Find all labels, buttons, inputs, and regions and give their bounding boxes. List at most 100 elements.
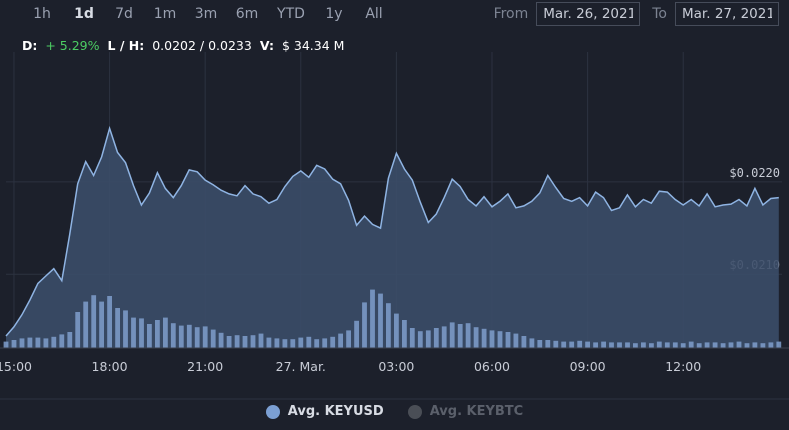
volume-bar xyxy=(728,342,734,348)
volume-bar xyxy=(497,331,503,348)
volume-bar xyxy=(210,329,216,348)
volume-bar xyxy=(704,342,710,348)
volume-bar xyxy=(672,342,678,348)
volume-bar xyxy=(481,328,487,348)
volume-bar xyxy=(760,343,766,348)
volume-bar xyxy=(178,325,184,348)
volume-bar xyxy=(553,340,559,348)
volume-bar xyxy=(768,342,774,348)
x-tick-label: 03:00 xyxy=(378,359,414,374)
volume-bar xyxy=(218,332,224,348)
y-tick-label: $0.0220 xyxy=(729,166,780,180)
volume-bar xyxy=(330,336,336,348)
x-tick-label: 06:00 xyxy=(474,359,510,374)
volume-bar xyxy=(680,343,686,348)
x-tick-label: 09:00 xyxy=(570,359,606,374)
volume-bar xyxy=(258,333,264,348)
volume-bar xyxy=(131,317,136,348)
volume-bar xyxy=(226,336,232,348)
volume-bar xyxy=(649,343,654,348)
price-chart[interactable]: 15:00 18:00 21:00 27. Mar. 03:00 06:00 09:00 12… xyxy=(0,0,789,400)
volume-bar xyxy=(489,330,495,348)
volume-bar xyxy=(306,336,312,348)
volume-bar xyxy=(417,331,423,348)
volume-bar xyxy=(656,341,662,348)
x-tick-label: 21:00 xyxy=(187,359,223,374)
legend-marker-icon xyxy=(265,404,280,419)
volume-bar xyxy=(67,332,73,348)
volume-bar xyxy=(250,335,256,348)
volume-bar xyxy=(736,341,742,348)
volume-bar xyxy=(529,338,535,348)
volume-bar xyxy=(513,333,519,348)
volume-bar xyxy=(83,301,89,348)
volume-bar xyxy=(139,318,144,348)
volume-bar xyxy=(425,330,431,348)
volume-bar xyxy=(394,313,399,348)
volume-bar xyxy=(617,342,622,348)
volume-bar xyxy=(409,328,415,348)
volume-bar xyxy=(585,341,590,348)
volume-bar xyxy=(752,342,758,348)
volume-bar xyxy=(282,339,288,348)
volume-bar xyxy=(202,326,208,348)
volume-bar xyxy=(170,323,176,348)
price-area xyxy=(6,128,779,348)
volume-bar xyxy=(234,335,240,348)
volume-bar xyxy=(314,339,320,348)
volume-bar xyxy=(43,338,49,348)
volume-bar xyxy=(298,337,304,348)
volume-bar xyxy=(107,296,112,348)
volume-bar xyxy=(51,336,57,348)
volume-bar xyxy=(11,340,17,348)
volume-bar xyxy=(712,342,718,348)
volume-bar xyxy=(577,340,583,348)
volume-bar xyxy=(457,324,463,348)
volume-bar xyxy=(99,301,104,348)
legend-marker-icon xyxy=(407,404,422,419)
volume-bar xyxy=(433,328,439,348)
volume-bar xyxy=(569,341,575,348)
volume-bar xyxy=(441,326,447,348)
legend-item-0[interactable]: Avg. KEYUSD xyxy=(265,404,384,419)
volume-bar xyxy=(465,323,471,348)
volume-bar xyxy=(609,342,614,348)
volume-bar xyxy=(633,343,638,348)
volume-bar xyxy=(688,341,694,348)
volume-bar xyxy=(505,332,511,348)
volume-bar xyxy=(123,310,128,348)
volume-bar xyxy=(35,337,41,348)
volume-bar xyxy=(266,337,272,348)
volume-bar xyxy=(601,341,606,348)
x-tick-label: 18:00 xyxy=(92,359,128,374)
volume-bar xyxy=(19,338,25,348)
volume-bar xyxy=(521,336,527,348)
legend-label: Avg. KEYUSD xyxy=(287,404,384,419)
volume-bar xyxy=(593,342,598,348)
volume-bar xyxy=(91,295,97,348)
volume-bar xyxy=(625,342,630,348)
volume-bar xyxy=(147,324,152,348)
volume-bar xyxy=(473,327,479,348)
legend-label: Avg. KEYBTC xyxy=(429,404,524,419)
volume-bar xyxy=(696,343,702,348)
volume-bar xyxy=(664,342,670,348)
volume-bar xyxy=(59,334,65,348)
volume-bar xyxy=(378,293,383,348)
volume-bar xyxy=(561,341,567,348)
x-tick-label: 15:00 xyxy=(0,359,32,374)
volume-bar xyxy=(641,342,646,348)
volume-bar xyxy=(362,302,367,348)
volume-bar xyxy=(402,320,407,348)
volume-bar xyxy=(186,324,192,348)
volume-bar xyxy=(194,327,200,348)
legend-item-1[interactable]: Avg. KEYBTC xyxy=(407,404,524,419)
volume-bar xyxy=(274,338,280,348)
volume-bar xyxy=(386,303,391,348)
volume-bar xyxy=(776,341,782,348)
volume-bar xyxy=(27,337,33,348)
volume-bar xyxy=(370,289,375,348)
chart-legend: Avg. KEYUSD Avg. KEYBTC xyxy=(0,404,789,419)
volume-bar xyxy=(545,340,551,348)
volume-bar xyxy=(75,312,81,348)
